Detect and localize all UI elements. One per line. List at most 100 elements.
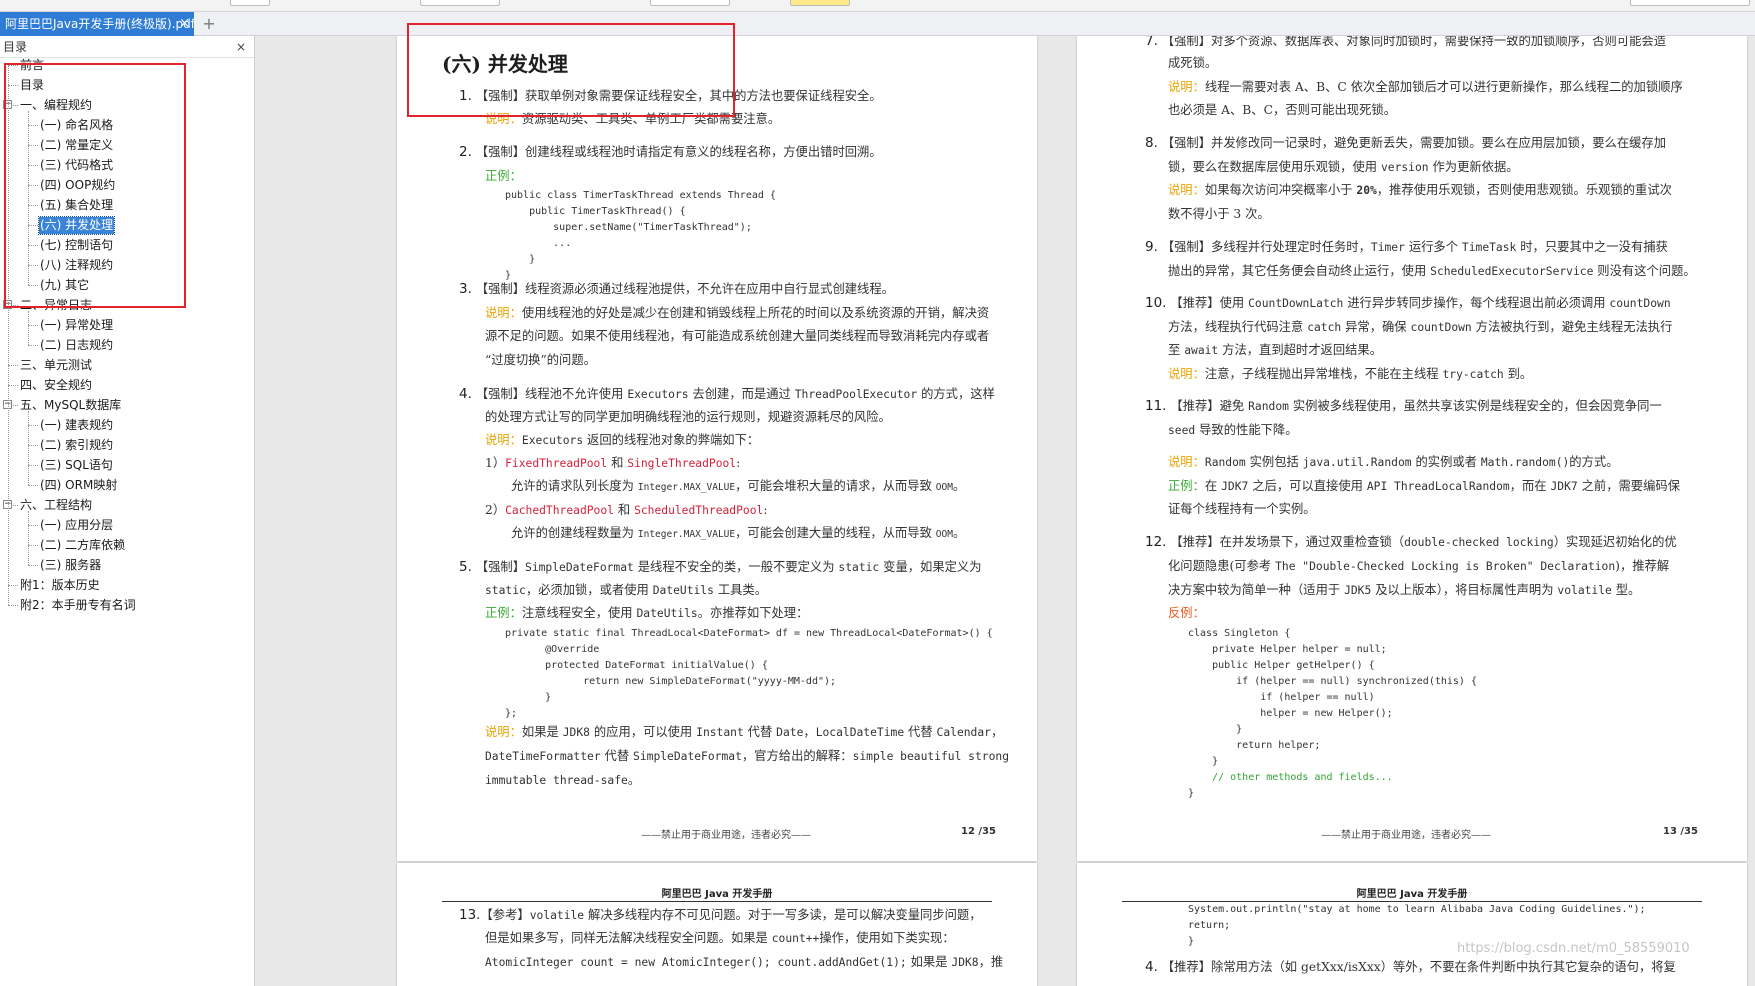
document-tab[interactable]: 阿里巴巴Java开发手册(终极版).pdf × [0,12,194,36]
tree-line [28,311,29,345]
zoom-field[interactable] [650,0,730,6]
toolbar-field[interactable] [230,0,270,6]
page-13: 7. 【强制】对多个资源、数据库表、对象同时加锁时，需要保持一致的加锁顺序，否则… [1077,36,1747,861]
outline-item[interactable]: (六) 并发处理 [37,216,116,235]
outline-item[interactable]: 四、安全规约 [19,377,93,394]
rule-12-line-2: 化问题隐患(可参考 The "Double-Checked Locking is… [1168,559,1670,573]
code-line: public TimerTaskThread() { [505,206,686,217]
page-15: 阿里巴巴 Java 开发手册 System.out.println("stay … [1077,863,1747,986]
outline-item[interactable]: (三) 代码格式 [39,157,114,174]
tree-line [8,65,9,605]
outline-item[interactable]: (四) ORM映射 [39,477,118,494]
tree-connector [8,585,18,586]
rule-4-item-2: 2）CachedThreadPool 和 ScheduledThreadPool… [485,503,768,517]
code-line: return helper; [1188,740,1321,751]
tree-connector [8,65,18,66]
rule-11-good-2: 证每个线程持有一个实例。 [1168,502,1316,516]
search-field[interactable] [1630,0,1750,6]
page-13-footer: ——禁止用于商业用途，违者必究—— [1321,830,1491,841]
page-15-header: 阿里巴巴 Java 开发手册 [1356,889,1468,900]
outline-item[interactable]: (一) 建表规约 [39,417,114,434]
tree-connector [8,385,18,386]
code-line: private static final ThreadLocal<DateFor… [505,628,993,639]
tree-connector [8,85,18,86]
code-line: return; [1188,920,1231,931]
outline-item[interactable]: (三) SQL语句 [39,457,114,474]
rule-5-note: 说明：如果是 JDK8 的应用，可以使用 Instant 代替 Date，Loc… [485,725,1004,739]
watermark-url: https://blog.csdn.net/m0_58559010 [1457,941,1690,956]
rule-4: 4. 【强制】线程池不允许使用 Executors 去创建，而是通过 Threa… [459,386,995,402]
rule-11-line-2: seed 导致的性能下降。 [1168,423,1298,437]
rule-7-note: 说明：线程一需要对表 A、B、C 依次全部加锁后才可以进行更新操作，那么线程二的… [1168,80,1683,94]
outline-item[interactable]: (一) 应用分层 [39,517,114,534]
highlight-tool[interactable] [790,0,850,6]
outline-item[interactable]: 一、编程规约 [19,97,93,114]
outline-item[interactable]: (二) 常量定义 [39,137,114,154]
outline-item[interactable]: (九) 其它 [39,277,90,294]
outline-item[interactable]: (三) 服务器 [39,557,102,574]
tree-connector [8,605,18,606]
rule-11-good: 正例：在 JDK7 之后，可以直接使用 API ThreadLocalRando… [1168,479,1680,493]
rule-4-recommend: 4. 【推荐】除常用方法（如 getXxx/isXxx）等外，不要在条件判断中执… [1145,959,1676,975]
outline-item[interactable]: (二) 二方库依赖 [39,537,126,554]
rule-9: 9. 【强制】多线程并行处理定时任务时，Timer 运行多个 TimeTask … [1145,239,1668,255]
rule-7-note-2: 也必须是 A、B、C，否则可能出现死锁。 [1168,103,1396,117]
tree-line [28,511,29,565]
outline-item[interactable]: (二) 日志规约 [39,337,114,354]
outline-header: 目录 × [0,36,254,58]
code-line: super.setName("TimerTaskThread"); [505,222,752,233]
code-line: System.out.println("stay at home to lear… [1188,904,1646,915]
rule-10-note: 说明：注意，子线程抛出异常堆栈，不能在主线程 try-catch 到。 [1168,367,1533,381]
tree-connector [28,445,38,446]
tree-connector [28,325,38,326]
outline-item[interactable]: (八) 注释规约 [39,257,114,274]
code-line: class Singleton { [1188,628,1291,639]
outline-item[interactable]: 五、MySQL数据库 [19,397,122,414]
toolbar [0,0,1755,12]
tree-connector [28,165,38,166]
new-tab-icon[interactable]: + [200,12,218,36]
outline-item[interactable]: 前言 [19,57,45,74]
outline-item[interactable]: 六、工程结构 [19,497,93,514]
outline-item[interactable]: 附1：版本历史 [19,577,101,594]
outline-item[interactable]: (四) OOP规约 [39,177,116,194]
tree-line [28,411,29,485]
rule-4-note: 说明：Executors 返回的线程池对象的弊端如下： [485,433,760,447]
outline-item[interactable]: (七) 控制语句 [39,237,114,254]
outline-item[interactable]: (一) 命名风格 [39,117,114,134]
tab-close-icon[interactable]: × [179,12,190,36]
tree-connector [28,525,38,526]
outline-item[interactable]: 二、异常日志 [19,297,93,314]
rule-3-note-3: “过度切换”的问题。 [485,353,596,367]
section-title: (六) 并发处理 [442,52,568,76]
rule-11-note: 说明：Random 实例包括 java.util.Random 的实例或者 Ma… [1168,455,1619,469]
outline-item[interactable]: 目录 [19,77,45,94]
tree-connector [28,225,38,226]
outline-item[interactable]: (二) 索引规约 [39,437,114,454]
code-line: ... [505,238,572,249]
code-line: helper = new Helper(); [1188,708,1393,719]
page-field[interactable] [420,0,500,6]
rule-1: 1. 【强制】获取单例对象需要保证线程安全，其中的方法也要保证线程安全。 [459,88,882,104]
code-line: } [1188,788,1195,799]
document-viewer[interactable]: (六) 并发处理 1. 【强制】获取单例对象需要保证线程安全，其中的方法也要保证… [256,36,1755,986]
outline-item[interactable]: 附2：本手册专有名词 [19,597,137,614]
tree-connector [28,345,38,346]
outline-item[interactable]: (一) 异常处理 [39,317,114,334]
rule-3-note-2: 源不足的问题。如果不使用线程池，有可能造成系统创建大量同类线程而导致消耗完内存或… [485,329,990,343]
code-line: return new SimpleDateFormat("yyyy-MM-dd"… [535,676,837,687]
tree-connector [28,465,38,466]
rule-8-note-2: 数不得小于 3 次。 [1168,207,1270,221]
outline-sidebar: 目录 × 前言 目录 一、编程规约 − (一) 命名风格 (二) 常量定义 (三) 代码格式… [0,36,255,986]
outline-close-icon[interactable]: × [236,36,246,58]
rule-8-note: 说明：如果每次访问冲突概率小于 20%，推荐使用乐观锁，否则使用悲观锁。乐观锁的… [1168,183,1672,197]
rule-5-note-2: DateTimeFormatter 代替 SimpleDateFormat，官方… [485,749,1009,763]
outline-item[interactable]: 三、单元测试 [19,357,93,374]
code-line: } [521,692,552,703]
outline-item[interactable]: (五) 集合处理 [39,197,114,214]
rule-13-line-2: 但是如果多写，同样无法解决线程安全问题。如果是 count++操作，使用如下类实… [485,931,955,945]
tree-line [28,111,29,285]
rule-3-note: 说明：使用线程池的好处是减少在创建和销毁线程上所花的时间以及系统资源的开销，解决… [485,306,990,320]
rule-5-good: 正例：注意线程安全，使用 DateUtils。亦推荐如下处理： [485,606,809,620]
tree-connector [8,365,18,366]
